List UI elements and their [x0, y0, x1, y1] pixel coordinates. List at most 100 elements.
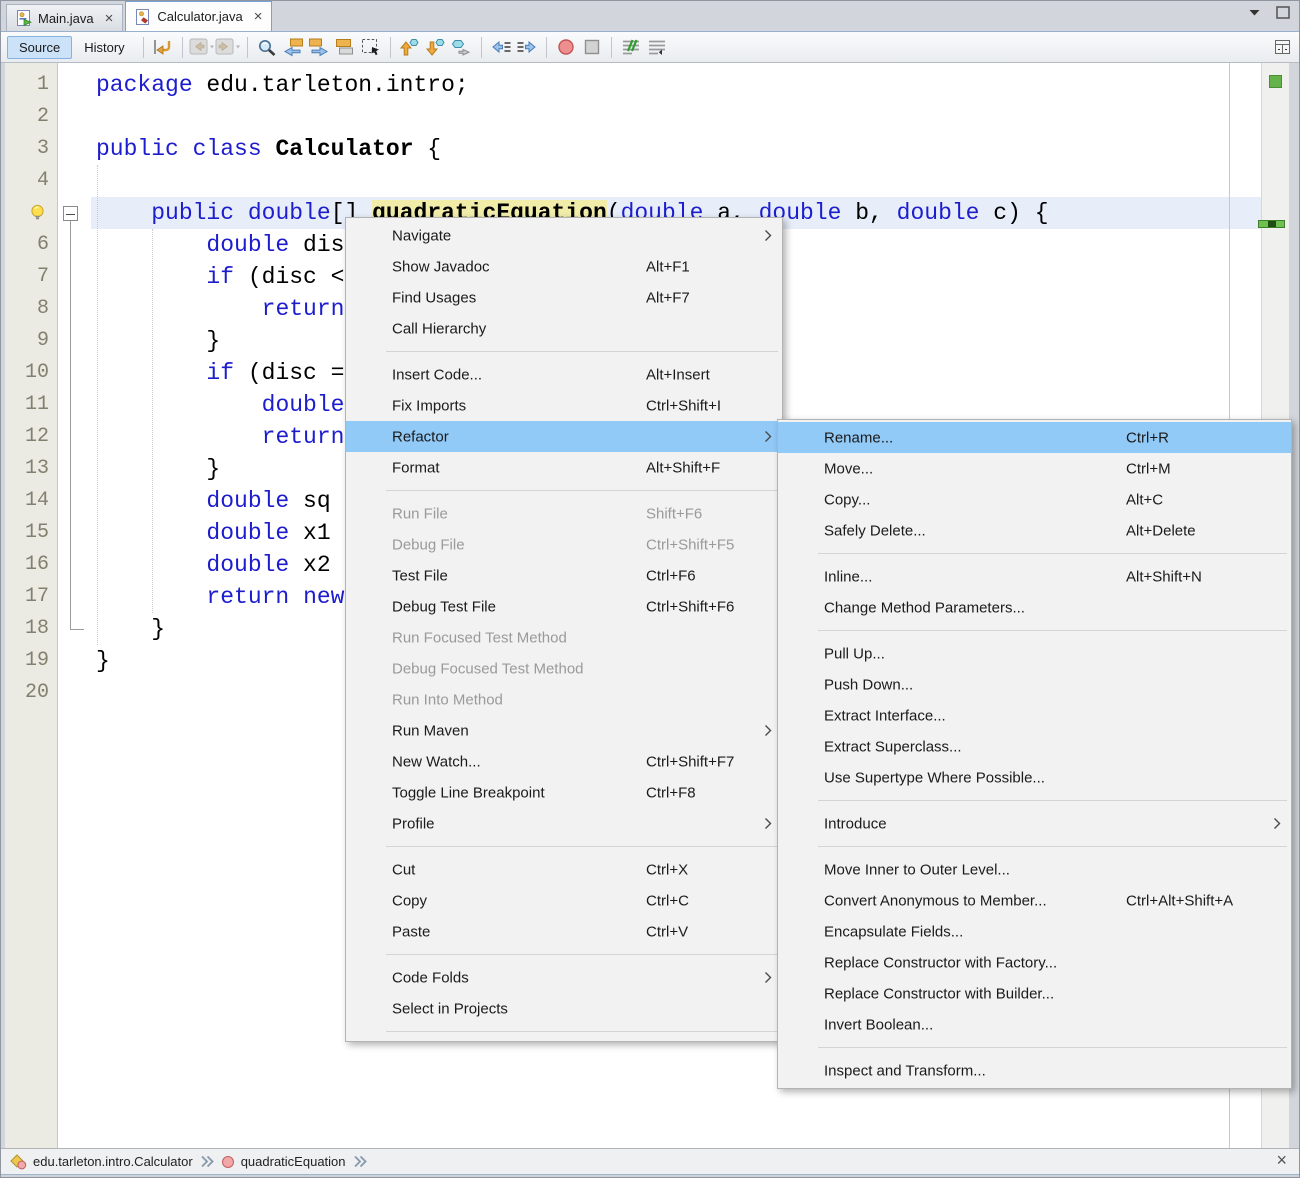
- line-number[interactable]: 15: [5, 517, 57, 549]
- menu-item-toggle-line-breakpoint[interactable]: Toggle Line BreakpointCtrl+F8: [346, 777, 782, 808]
- line-number[interactable]: 11: [5, 389, 57, 421]
- menu-item-use-supertype-where-possible[interactable]: Use Supertype Where Possible...: [778, 762, 1291, 793]
- menu-item-show-javadoc[interactable]: Show JavadocAlt+F1: [346, 251, 782, 282]
- next-occurrence-icon[interactable]: [306, 36, 332, 58]
- menu-item-copy[interactable]: Copy...Alt+C: [778, 484, 1291, 515]
- menu-item-extract-superclass[interactable]: Extract Superclass...: [778, 731, 1291, 762]
- menu-item-move-inner-to-outer-level[interactable]: Move Inner to Outer Level...: [778, 854, 1291, 885]
- menu-item-push-down[interactable]: Push Down...: [778, 669, 1291, 700]
- menu-item-cut[interactable]: CutCtrl+X: [346, 854, 782, 885]
- menu-item-replace-constructor-with-factory[interactable]: Replace Constructor with Factory...: [778, 947, 1291, 978]
- find-selection-icon[interactable]: [254, 36, 280, 58]
- fold-collapse-icon[interactable]: [63, 206, 78, 221]
- menu-item-extract-interface[interactable]: Extract Interface...: [778, 700, 1291, 731]
- tab-close-icon[interactable]: ×: [254, 9, 263, 24]
- menu-item-copy[interactable]: CopyCtrl+C: [346, 885, 782, 916]
- jump-forward-icon[interactable]: [215, 36, 241, 58]
- menu-item-move[interactable]: Move...Ctrl+M: [778, 453, 1291, 484]
- menu-item-inspect-and-transform[interactable]: Inspect and Transform...: [778, 1055, 1291, 1086]
- menu-item-debug-file[interactable]: Debug FileCtrl+Shift+F5: [346, 529, 782, 560]
- code-line[interactable]: package edu.tarleton.intro;: [58, 69, 1261, 101]
- line-number[interactable]: 14: [5, 485, 57, 517]
- previous-occurrence-icon[interactable]: [280, 36, 306, 58]
- menu-item-select-in-projects[interactable]: Select in Projects: [346, 993, 782, 1024]
- occurrence-stripe-mark[interactable]: [1258, 220, 1285, 228]
- breadcrumb-item-edu-tarleton-intro-calculator[interactable]: edu.tarleton.intro.Calculator: [10, 1154, 193, 1170]
- tab-list-caret-icon[interactable]: [1249, 9, 1260, 17]
- line-number[interactable]: 12: [5, 421, 57, 453]
- split-window-icon[interactable]: [1275, 40, 1290, 54]
- stop-macro-recording-icon[interactable]: [579, 36, 605, 58]
- menu-item-fix-imports[interactable]: Fix ImportsCtrl+Shift+I: [346, 390, 782, 421]
- menu-item-run-focused-test-method[interactable]: Run Focused Test Method: [346, 622, 782, 653]
- breadcrumb-close-icon[interactable]: ×: [1276, 1150, 1287, 1171]
- line-number[interactable]: 17: [5, 581, 57, 613]
- uncomment-lines-icon[interactable]: [644, 36, 670, 58]
- menu-item-inline[interactable]: Inline...Alt+Shift+N: [778, 561, 1291, 592]
- menu-item-profile[interactable]: Profile: [346, 808, 782, 839]
- menu-item-find-usages[interactable]: Find UsagesAlt+F7: [346, 282, 782, 313]
- line-number[interactable]: 16: [5, 549, 57, 581]
- line-number[interactable]: 10: [5, 357, 57, 389]
- menu-item-navigate[interactable]: Navigate: [346, 220, 782, 251]
- line-number[interactable]: 19: [5, 645, 57, 677]
- previous-bookmark-icon[interactable]: [397, 36, 423, 58]
- menu-item-run-into-method[interactable]: Run Into Method: [346, 684, 782, 715]
- last-edit-location-icon[interactable]: [150, 36, 176, 58]
- rectangular-selection-icon[interactable]: [358, 36, 384, 58]
- line-number[interactable]: 9: [5, 325, 57, 357]
- line-number-gutter[interactable]: 123467891011121314151617181920: [5, 63, 58, 1148]
- menu-item-refactor[interactable]: Refactor: [346, 421, 782, 452]
- menu-item-change-method-parameters[interactable]: Change Method Parameters...: [778, 592, 1291, 623]
- code-line[interactable]: [58, 101, 1261, 133]
- history-view-button[interactable]: History: [72, 36, 136, 59]
- shift-line-right-icon[interactable]: [514, 36, 540, 58]
- code-line[interactable]: public class Calculator {: [58, 133, 1261, 165]
- menu-item-test-file[interactable]: Test FileCtrl+F6: [346, 560, 782, 591]
- menu-item-format[interactable]: FormatAlt+Shift+F: [346, 452, 782, 483]
- comment-lines-icon[interactable]: [618, 36, 644, 58]
- menu-item-encapsulate-fields[interactable]: Encapsulate Fields...: [778, 916, 1291, 947]
- line-number[interactable]: 4: [5, 165, 57, 197]
- line-number[interactable]: 8: [5, 293, 57, 325]
- menu-item-introduce[interactable]: Introduce: [778, 808, 1291, 839]
- source-view-button[interactable]: Source: [7, 36, 72, 59]
- hint-lightbulb-icon[interactable]: [29, 204, 46, 221]
- menu-item-debug-test-file[interactable]: Debug Test FileCtrl+Shift+F6: [346, 591, 782, 622]
- jump-back-icon[interactable]: [189, 36, 215, 58]
- menu-item-debug-focused-test-method[interactable]: Debug Focused Test Method: [346, 653, 782, 684]
- menu-item-paste[interactable]: PasteCtrl+V: [346, 916, 782, 947]
- line-number[interactable]: 3: [5, 133, 57, 165]
- toggle-highlight-search-icon[interactable]: [332, 36, 358, 58]
- menu-item-safely-delete[interactable]: Safely Delete...Alt+Delete: [778, 515, 1291, 546]
- line-number[interactable]: 18: [5, 613, 57, 645]
- line-number[interactable]: 7: [5, 261, 57, 293]
- line-number[interactable]: 6: [5, 229, 57, 261]
- menu-item-run-maven[interactable]: Run Maven: [346, 715, 782, 746]
- tab-main-java[interactable]: Main.java×: [6, 4, 123, 31]
- line-number[interactable]: 13: [5, 453, 57, 485]
- menu-item-new-watch[interactable]: New Watch...Ctrl+Shift+F7: [346, 746, 782, 777]
- tab-calculator-java[interactable]: Calculator.java×: [125, 1, 272, 31]
- menu-item-call-hierarchy[interactable]: Call Hierarchy: [346, 313, 782, 344]
- menu-item-pull-up[interactable]: Pull Up...: [778, 638, 1291, 669]
- menu-item-run-file[interactable]: Run FileShift+F6: [346, 498, 782, 529]
- menu-item-replace-constructor-with-builder[interactable]: Replace Constructor with Builder...: [778, 978, 1291, 1009]
- start-macro-recording-icon[interactable]: [553, 36, 579, 58]
- maximize-window-icon[interactable]: [1276, 6, 1290, 19]
- code-line[interactable]: [58, 165, 1261, 197]
- menu-item-invert-boolean[interactable]: Invert Boolean...: [778, 1009, 1291, 1040]
- next-bookmark-icon[interactable]: [423, 36, 449, 58]
- line-number[interactable]: 1: [5, 69, 57, 101]
- next-bookmark-in-project-icon[interactable]: [449, 36, 475, 58]
- line-number[interactable]: 2: [5, 101, 57, 133]
- menu-item-code-folds[interactable]: Code Folds: [346, 962, 782, 993]
- menu-item-convert-anonymous-to-member[interactable]: Convert Anonymous to Member...Ctrl+Alt+S…: [778, 885, 1291, 916]
- toolbar-separator: [182, 37, 183, 58]
- shift-line-left-icon[interactable]: [488, 36, 514, 58]
- breadcrumb-item-quadraticequation[interactable]: quadraticEquation: [221, 1154, 346, 1169]
- line-number[interactable]: 20: [5, 677, 57, 709]
- tab-close-icon[interactable]: ×: [105, 11, 114, 26]
- menu-item-rename[interactable]: Rename...Ctrl+R: [778, 422, 1291, 453]
- menu-item-insert-code[interactable]: Insert Code...Alt+Insert: [346, 359, 782, 390]
